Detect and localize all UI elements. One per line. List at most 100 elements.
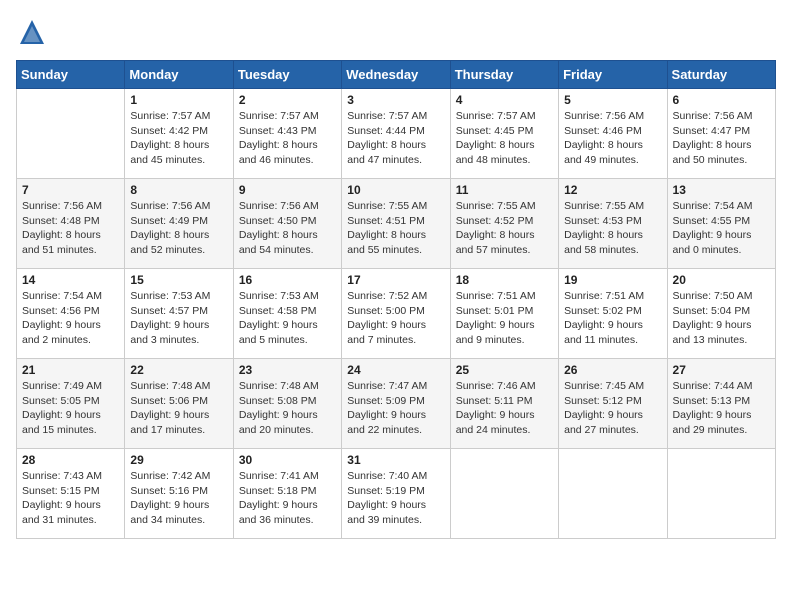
calendar-table: SundayMondayTuesdayWednesdayThursdayFrid… — [16, 60, 776, 539]
calendar-cell: 6 Sunrise: 7:56 AMSunset: 4:47 PMDaylight… — [667, 89, 775, 179]
calendar-cell: 9 Sunrise: 7:56 AMSunset: 4:50 PMDaylight… — [233, 179, 341, 269]
day-number: 17 — [347, 273, 444, 287]
day-number: 4 — [456, 93, 553, 107]
day-info: Sunrise: 7:51 AMSunset: 5:01 PMDaylight:… — [456, 289, 553, 348]
calendar-cell: 12 Sunrise: 7:55 AMSunset: 4:53 PMDayligh… — [559, 179, 667, 269]
calendar-cell: 10 Sunrise: 7:55 AMSunset: 4:51 PMDayligh… — [342, 179, 450, 269]
day-info: Sunrise: 7:43 AMSunset: 5:15 PMDaylight:… — [22, 469, 119, 528]
week-row-1: 7Sunrise: 7:56 AMSunset: 4:48 PMDaylight… — [17, 179, 776, 269]
week-row-3: 21Sunrise: 7:49 AMSunset: 5:05 PMDayligh… — [17, 359, 776, 449]
calendar-cell: 4 Sunrise: 7:57 AMSunset: 4:45 PMDaylight… — [450, 89, 558, 179]
week-row-0: 1Sunrise: 7:57 AMSunset: 4:42 PMDaylight… — [17, 89, 776, 179]
calendar-cell — [559, 449, 667, 539]
day-number: 11 — [456, 183, 553, 197]
day-info: Sunrise: 7:53 AMSunset: 4:58 PMDaylight:… — [239, 289, 336, 348]
week-row-2: 14 Sunrise: 7:54 AMSunset: 4:56 PMDayligh… — [17, 269, 776, 359]
day-info: Sunrise: 7:53 AMSunset: 4:57 PMDaylight:… — [130, 289, 227, 348]
day-number: 18 — [456, 273, 553, 287]
week-row-4: 28 Sunrise: 7:43 AMSunset: 5:15 PMDayligh… — [17, 449, 776, 539]
header-tuesday: Tuesday — [233, 61, 341, 89]
day-number: 31 — [347, 453, 444, 467]
day-info: Sunrise: 7:56 AMSunset: 4:50 PMDaylight:… — [239, 199, 336, 258]
calendar-cell — [17, 89, 125, 179]
day-number: 1 — [130, 93, 227, 107]
day-info: Sunrise: 7:55 AMSunset: 4:53 PMDaylight:… — [564, 199, 661, 258]
day-info: Sunrise: 7:56 AMSunset: 4:49 PMDaylight:… — [130, 199, 227, 258]
day-info: Sunrise: 7:56 AMSunset: 4:48 PMDaylight:… — [22, 199, 119, 258]
day-number: 15 — [130, 273, 227, 287]
calendar-cell: 3 Sunrise: 7:57 AMSunset: 4:44 PMDaylight… — [342, 89, 450, 179]
calendar-cell: 17Sunrise: 7:52 AMSunset: 5:00 PMDayligh… — [342, 269, 450, 359]
calendar-cell: 22 Sunrise: 7:48 AMSunset: 5:06 PMDayligh… — [125, 359, 233, 449]
day-info: Sunrise: 7:48 AMSunset: 5:08 PMDaylight:… — [239, 379, 336, 438]
header-thursday: Thursday — [450, 61, 558, 89]
logo — [16, 16, 52, 48]
calendar-cell: 8 Sunrise: 7:56 AMSunset: 4:49 PMDaylight… — [125, 179, 233, 269]
page-header — [16, 16, 776, 48]
day-info: Sunrise: 7:57 AMSunset: 4:45 PMDaylight:… — [456, 109, 553, 168]
day-number: 19 — [564, 273, 661, 287]
day-number: 2 — [239, 93, 336, 107]
day-number: 9 — [239, 183, 336, 197]
calendar-cell: 21Sunrise: 7:49 AMSunset: 5:05 PMDayligh… — [17, 359, 125, 449]
header-saturday: Saturday — [667, 61, 775, 89]
header-friday: Friday — [559, 61, 667, 89]
calendar-cell: 19 Sunrise: 7:51 AMSunset: 5:02 PMDayligh… — [559, 269, 667, 359]
day-number: 16 — [239, 273, 336, 287]
day-number: 22 — [130, 363, 227, 377]
day-info: Sunrise: 7:50 AMSunset: 5:04 PMDaylight:… — [673, 289, 770, 348]
day-info: Sunrise: 7:57 AMSunset: 4:44 PMDaylight:… — [347, 109, 444, 168]
calendar-cell: 15 Sunrise: 7:53 AMSunset: 4:57 PMDayligh… — [125, 269, 233, 359]
calendar-cell: 2 Sunrise: 7:57 AMSunset: 4:43 PMDaylight… — [233, 89, 341, 179]
day-number: 27 — [673, 363, 770, 377]
calendar-cell: 23 Sunrise: 7:48 AMSunset: 5:08 PMDayligh… — [233, 359, 341, 449]
header-sunday: Sunday — [17, 61, 125, 89]
calendar-cell: 16 Sunrise: 7:53 AMSunset: 4:58 PMDayligh… — [233, 269, 341, 359]
calendar-cell: 13 Sunrise: 7:54 AMSunset: 4:55 PMDayligh… — [667, 179, 775, 269]
calendar-cell — [667, 449, 775, 539]
day-info: Sunrise: 7:55 AMSunset: 4:51 PMDaylight:… — [347, 199, 444, 258]
day-info: Sunrise: 7:41 AMSunset: 5:18 PMDaylight:… — [239, 469, 336, 528]
day-info: Sunrise: 7:45 AMSunset: 5:12 PMDaylight:… — [564, 379, 661, 438]
calendar-cell: 7Sunrise: 7:56 AMSunset: 4:48 PMDaylight… — [17, 179, 125, 269]
day-info: Sunrise: 7:40 AMSunset: 5:19 PMDaylight:… — [347, 469, 444, 528]
header-wednesday: Wednesday — [342, 61, 450, 89]
calendar-cell: 18 Sunrise: 7:51 AMSunset: 5:01 PMDayligh… — [450, 269, 558, 359]
day-number: 25 — [456, 363, 553, 377]
day-info: Sunrise: 7:46 AMSunset: 5:11 PMDaylight:… — [456, 379, 553, 438]
day-number: 10 — [347, 183, 444, 197]
calendar-cell: 29Sunrise: 7:42 AMSunset: 5:16 PMDayligh… — [125, 449, 233, 539]
calendar-cell: 27 Sunrise: 7:44 AMSunset: 5:13 PMDayligh… — [667, 359, 775, 449]
day-number: 14 — [22, 273, 119, 287]
day-number: 6 — [673, 93, 770, 107]
day-number: 8 — [130, 183, 227, 197]
day-info: Sunrise: 7:57 AMSunset: 4:43 PMDaylight:… — [239, 109, 336, 168]
day-info: Sunrise: 7:55 AMSunset: 4:52 PMDaylight:… — [456, 199, 553, 258]
day-number: 3 — [347, 93, 444, 107]
day-number: 12 — [564, 183, 661, 197]
day-info: Sunrise: 7:42 AMSunset: 5:16 PMDaylight:… — [130, 469, 227, 528]
day-number: 23 — [239, 363, 336, 377]
day-info: Sunrise: 7:44 AMSunset: 5:13 PMDaylight:… — [673, 379, 770, 438]
day-info: Sunrise: 7:47 AMSunset: 5:09 PMDaylight:… — [347, 379, 444, 438]
day-info: Sunrise: 7:54 AMSunset: 4:55 PMDaylight:… — [673, 199, 770, 258]
calendar-cell: 30 Sunrise: 7:41 AMSunset: 5:18 PMDayligh… — [233, 449, 341, 539]
day-info: Sunrise: 7:51 AMSunset: 5:02 PMDaylight:… — [564, 289, 661, 348]
calendar-cell: 11 Sunrise: 7:55 AMSunset: 4:52 PMDayligh… — [450, 179, 558, 269]
calendar-cell: 24Sunrise: 7:47 AMSunset: 5:09 PMDayligh… — [342, 359, 450, 449]
day-info: Sunrise: 7:56 AMSunset: 4:46 PMDaylight:… — [564, 109, 661, 168]
calendar-cell: 25 Sunrise: 7:46 AMSunset: 5:11 PMDayligh… — [450, 359, 558, 449]
day-number: 30 — [239, 453, 336, 467]
day-number: 13 — [673, 183, 770, 197]
day-info: Sunrise: 7:56 AMSunset: 4:47 PMDaylight:… — [673, 109, 770, 168]
calendar-cell: 28 Sunrise: 7:43 AMSunset: 5:15 PMDayligh… — [17, 449, 125, 539]
day-info: Sunrise: 7:54 AMSunset: 4:56 PMDaylight:… — [22, 289, 119, 348]
day-number: 28 — [22, 453, 119, 467]
day-number: 20 — [673, 273, 770, 287]
day-number: 5 — [564, 93, 661, 107]
calendar-cell: 14 Sunrise: 7:54 AMSunset: 4:56 PMDayligh… — [17, 269, 125, 359]
calendar-header-row: SundayMondayTuesdayWednesdayThursdayFrid… — [17, 61, 776, 89]
calendar-cell: 1Sunrise: 7:57 AMSunset: 4:42 PMDaylight… — [125, 89, 233, 179]
day-info: Sunrise: 7:49 AMSunset: 5:05 PMDaylight:… — [22, 379, 119, 438]
day-info: Sunrise: 7:48 AMSunset: 5:06 PMDaylight:… — [130, 379, 227, 438]
